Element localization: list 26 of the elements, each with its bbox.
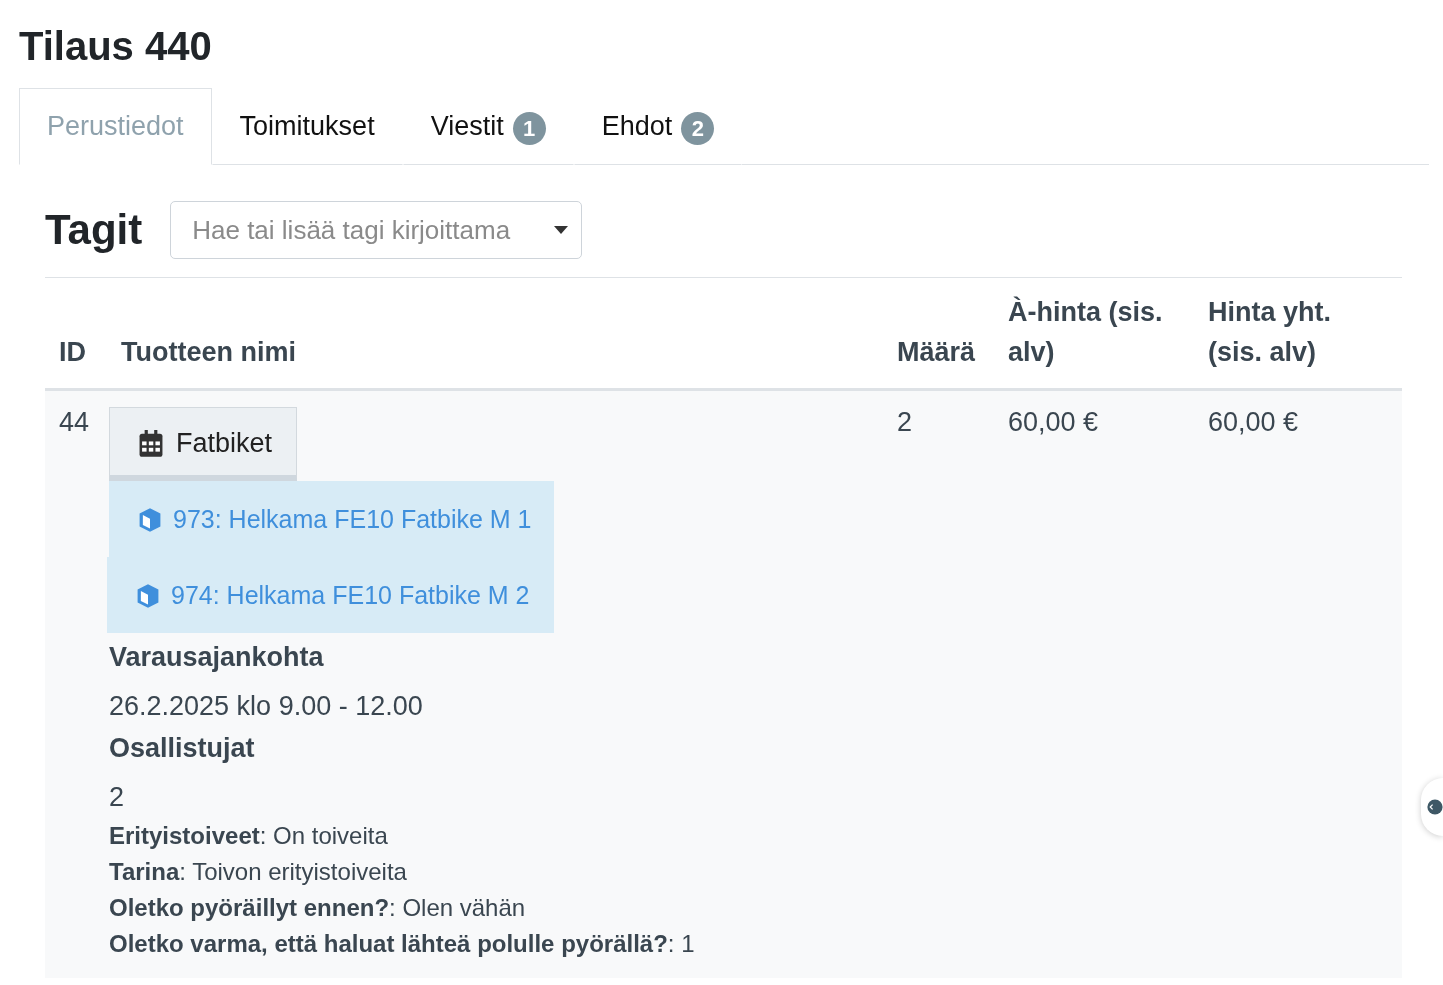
detail-heading: Varausajankohta <box>109 641 325 674</box>
detail-value: 26.2.2025 klo 9.00 - 12.00 <box>109 690 424 723</box>
table-cell: 2 <box>883 389 994 978</box>
tab[interactable]: Viestit 1 <box>402 88 574 165</box>
cube-icon <box>135 582 161 609</box>
section-heading: Tagit <box>45 206 143 254</box>
answer-text: Tarina: Toivon erityistoiveita <box>109 857 408 887</box>
table-cell: 60,00 € <box>994 389 1194 978</box>
product-group-button[interactable]: Fatbiket <box>109 407 298 481</box>
detail-heading: Osallistujat <box>109 732 256 765</box>
count-badge: 2 <box>681 112 715 145</box>
caret-icon <box>554 226 569 234</box>
detail-value: 2 <box>109 781 126 814</box>
answer-text: Erityistoiveet: On toiveita <box>109 821 389 851</box>
table-cell: 44 <box>45 389 107 978</box>
cube-icon <box>137 506 163 533</box>
calendar-icon <box>138 429 164 458</box>
tab[interactable]: Ehdot 2 <box>573 88 743 165</box>
tag-select-field[interactable]: Hae tai lisää tagi kirjoittama <box>170 201 583 259</box>
tab[interactable]: Toimitukset <box>211 88 403 165</box>
answer-text: Oletko varma, että haluat lähteä polulle pyörällä?: 1 <box>109 929 696 959</box>
count-badge: 1 <box>512 112 546 145</box>
answer-text: Oletko pyöräillyt ennen?: Olen vähän <box>109 893 527 923</box>
page-title: Tilaus 440 <box>19 23 213 70</box>
side-toggle-button[interactable] <box>1421 778 1443 836</box>
table-cell: 60,00 € <box>1194 389 1402 978</box>
